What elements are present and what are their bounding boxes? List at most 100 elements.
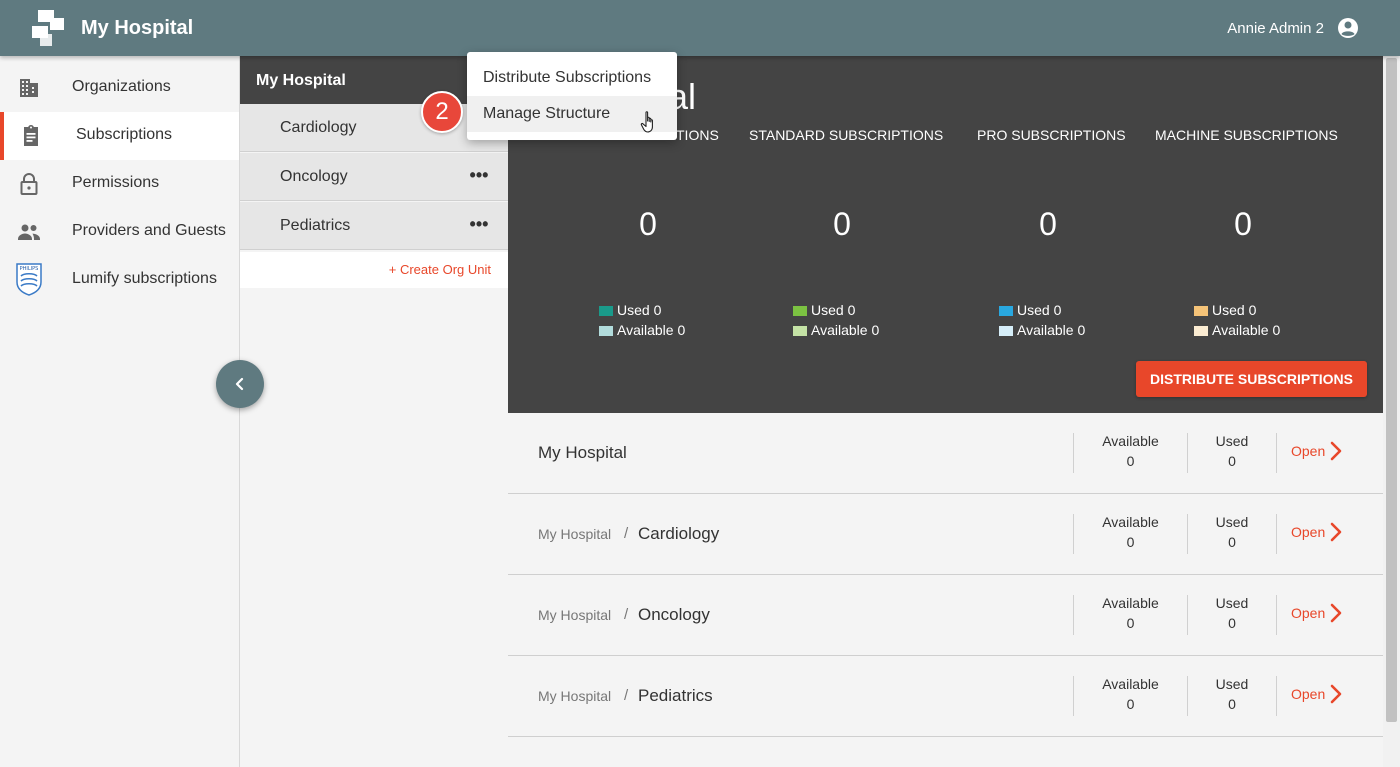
column-heading: MACHINE SUBSCRIPTIONS — [1155, 127, 1338, 143]
tree-item-label: Pediatrics — [280, 217, 351, 234]
available-label: Available — [1102, 433, 1159, 449]
account-circle-icon[interactable] — [1336, 16, 1360, 40]
legend-used: Used 0 — [599, 302, 661, 318]
divider — [1276, 514, 1277, 554]
available-label: Available — [1102, 595, 1159, 611]
org-tree-panel: My Hospital Cardiology Oncology ••• Pedi… — [240, 56, 508, 767]
chevron-right-icon[interactable] — [1328, 521, 1344, 543]
legend-used: Used 0 — [793, 302, 855, 318]
legend-swatch — [1194, 306, 1208, 317]
tree-item-pediatrics[interactable]: Pediatrics ••• — [240, 202, 508, 250]
open-link[interactable]: Open — [1291, 443, 1325, 459]
legend-used: Used 0 — [1194, 302, 1256, 318]
building-icon — [20, 79, 38, 97]
legend-available: Available 0 — [1194, 322, 1280, 338]
total-count: 0 — [833, 206, 851, 242]
tree-item-label: Cardiology — [280, 119, 357, 136]
table-row: My Hospital Available 0 Used 0 Open — [508, 413, 1383, 494]
used-label: Used — [1215, 595, 1249, 611]
open-link[interactable]: Open — [1291, 605, 1325, 621]
breadcrumb-parent[interactable]: My Hospital — [538, 688, 611, 704]
app-logo-icon[interactable] — [30, 10, 66, 48]
row-title: My Hospital — [538, 443, 627, 462]
tree-item-oncology[interactable]: Oncology ••• — [240, 153, 508, 201]
column-heading: STANDARD SUBSCRIPTIONS — [749, 127, 944, 143]
breadcrumb-parent[interactable]: My Hospital — [538, 607, 611, 623]
clipboard-icon — [24, 125, 38, 146]
total-count: 0 — [639, 206, 657, 242]
top-app-bar: My Hospital Annie Admin 2 — [0, 0, 1400, 56]
used-label: Used — [1215, 433, 1249, 449]
open-link[interactable]: Open — [1291, 686, 1325, 702]
distribute-subscriptions-button[interactable]: DISTRIBUTE SUBSCRIPTIONS — [1136, 361, 1367, 397]
legend-available: Available 0 — [999, 322, 1085, 338]
divider — [1276, 676, 1277, 716]
divider — [1187, 595, 1188, 635]
total-count: 0 — [1234, 206, 1252, 242]
used-value: 0 — [1228, 453, 1236, 469]
legend-swatch — [599, 326, 613, 337]
hand-pointer-icon — [640, 111, 653, 133]
menu-item-distribute-subscriptions[interactable]: Distribute Subscriptions — [467, 60, 677, 96]
sidebar-item-label: Subscriptions — [76, 126, 173, 143]
menu-item-label: Manage Structure — [483, 105, 611, 122]
chevron-right-icon[interactable] — [1328, 602, 1344, 624]
divider — [1073, 514, 1074, 554]
create-org-unit-row: + Create Org Unit — [240, 252, 508, 288]
available-value: 0 — [1126, 615, 1135, 631]
menu-item-label: Distribute Subscriptions — [483, 69, 652, 86]
app-title: My Hospital — [81, 17, 194, 39]
table-row: My Hospital / Oncology Available 0 Used … — [508, 575, 1383, 656]
sidebar-item-lumify-subscriptions[interactable]: PHILIPS Lumify subscriptions — [0, 256, 239, 304]
used-value: 0 — [1228, 696, 1236, 712]
legend-swatch — [793, 306, 807, 317]
chevron-right-icon[interactable] — [1328, 683, 1344, 705]
sidebar-item-providers-and-guests[interactable]: Providers and Guests — [0, 208, 239, 256]
people-icon — [18, 224, 40, 240]
row-title: Cardiology — [638, 524, 720, 543]
vertical-scrollbar[interactable] — [1383, 56, 1400, 767]
sidebar-item-organizations[interactable]: Organizations — [0, 64, 239, 112]
tree-item-label: Oncology — [280, 168, 348, 185]
legend-used: Used 0 — [999, 302, 1061, 318]
sidebar-item-label: Lumify subscriptions — [72, 270, 217, 287]
legend-swatch — [999, 306, 1013, 317]
sidebar-item-permissions[interactable]: Permissions — [0, 160, 239, 208]
divider — [1187, 433, 1188, 473]
sidebar-item-label: Organizations — [72, 78, 171, 95]
used-label: Used — [1215, 514, 1249, 530]
table-row: My Hospital / Pediatrics Available 0 Use… — [508, 656, 1383, 737]
breadcrumb-parent[interactable]: My Hospital — [538, 526, 611, 542]
step-number-badge: 2 — [421, 91, 463, 133]
chevron-right-icon[interactable] — [1328, 440, 1344, 462]
open-link[interactable]: Open — [1291, 524, 1325, 540]
legend-available: Available 0 — [793, 322, 879, 338]
used-label: Used — [1215, 676, 1249, 692]
divider — [1187, 514, 1188, 554]
user-name[interactable]: Annie Admin 2 — [1227, 20, 1324, 37]
row-title: Oncology — [638, 605, 710, 624]
divider — [1073, 433, 1074, 473]
legend-swatch — [1194, 326, 1208, 337]
breadcrumb-separator: / — [624, 525, 629, 542]
more-options-icon[interactable]: ••• — [468, 214, 490, 234]
left-navigation: Organizations Subscriptions Permissions … — [0, 56, 240, 767]
create-org-unit-link[interactable]: + Create Org Unit — [389, 262, 491, 277]
divider — [1276, 433, 1277, 473]
sidebar-item-label: Providers and Guests — [72, 222, 226, 239]
tree-root-label: My Hospital — [256, 72, 346, 89]
more-options-icon[interactable]: ••• — [468, 165, 490, 185]
philips-shield-icon: PHILIPS — [16, 263, 42, 296]
collapse-sidebar-button[interactable] — [216, 360, 264, 408]
legend-swatch — [793, 326, 807, 337]
lock-icon — [20, 173, 38, 195]
total-count: 0 — [1039, 206, 1057, 242]
available-value: 0 — [1126, 696, 1135, 712]
available-value: 0 — [1126, 453, 1135, 469]
scrollbar-thumb[interactable] — [1386, 58, 1397, 722]
breadcrumb-separator: / — [624, 687, 629, 704]
used-value: 0 — [1228, 615, 1236, 631]
sidebar-item-subscriptions[interactable]: Subscriptions — [0, 112, 239, 160]
legend-available: Available 0 — [599, 322, 685, 338]
available-value: 0 — [1126, 534, 1135, 550]
